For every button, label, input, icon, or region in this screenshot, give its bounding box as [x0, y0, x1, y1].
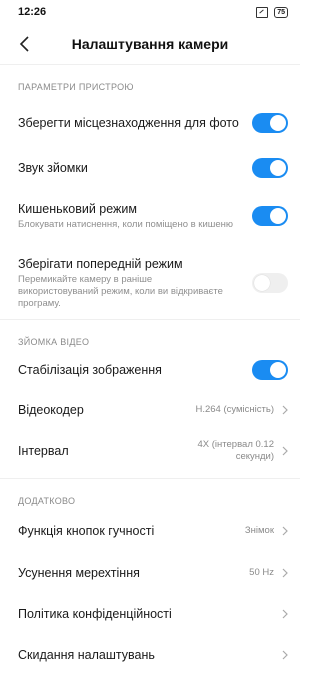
setting-interval[interactable]: Інтервал 4X (інтервал 0.12 секунди): [0, 430, 300, 472]
setting-label: Зберігати попередній режим: [18, 257, 183, 271]
status-icons: 75: [256, 6, 288, 18]
setting-reset[interactable]: Скидання налаштувань: [0, 635, 300, 675]
setting-description: Блокувати натиснення, коли поміщено в ки…: [18, 219, 234, 230]
setting-value: Знімок: [244, 525, 274, 536]
battery-level: 75: [277, 8, 285, 16]
setting-description: Перемикайте камеру в раніше використовув…: [18, 274, 223, 309]
toggle-knob: [270, 160, 286, 176]
toggle-pocket-mode[interactable]: [252, 206, 288, 226]
section-divider: [0, 478, 300, 493]
setting-keep-last-mode[interactable]: Зберігати попередній режим Перемикайте к…: [0, 247, 300, 319]
toggle-knob: [270, 208, 286, 224]
setting-save-location[interactable]: Зберегти місцезнаходження для фото: [0, 95, 300, 151]
setting-value: 4X (інтервал 0.12 секунди): [197, 439, 275, 462]
toggle-shutter-sound[interactable]: [252, 158, 288, 178]
setting-label: Скидання налаштувань: [18, 648, 155, 662]
section-title-video: ЗЙОМКА ВІДЕО: [18, 337, 90, 347]
app-header: Налаштування камери: [0, 24, 300, 64]
setting-label: Зберегти місцезнаходження для фото: [18, 116, 239, 130]
toggle-save-location[interactable]: [252, 113, 288, 133]
arrow-back-icon[interactable]: [18, 35, 32, 53]
setting-label: Інтервал: [18, 444, 69, 458]
section-title-device: ПАРАМЕТРИ ПРИСТРОЮ: [18, 82, 134, 92]
setting-volume-buttons[interactable]: Функція кнопок гучності Знімок: [0, 509, 300, 553]
chevron-right-icon: [282, 568, 288, 578]
setting-label: Кишеньковий режим: [18, 202, 138, 216]
page-title: Налаштування камери: [71, 36, 229, 52]
toggle-knob: [254, 275, 270, 291]
setting-label: Відеокодер: [18, 403, 84, 417]
setting-value: 50 Hz: [249, 567, 274, 578]
setting-stabilization[interactable]: Стабілізація зображення: [0, 350, 300, 390]
setting-label: Політика конфіденційності: [18, 607, 172, 621]
chevron-right-icon: [282, 405, 288, 415]
section-title-extra: ДОДАТКОВО: [18, 496, 76, 506]
setting-anti-flicker[interactable]: Усунення мерехтіння 50 Hz: [0, 553, 300, 593]
setting-label: Звук зйомки: [18, 161, 88, 175]
setting-label: Функція кнопок гучності: [18, 524, 155, 538]
section-divider: [0, 319, 300, 334]
setting-shutter-sound[interactable]: Звук зйомки: [0, 151, 300, 185]
status-bar: 12:26 75: [0, 0, 300, 24]
setting-privacy-policy[interactable]: Політика конфіденційності: [0, 593, 300, 635]
chevron-right-icon: [282, 526, 288, 536]
setting-label: Усунення мерехтіння: [18, 566, 140, 580]
status-time: 12:26: [18, 6, 47, 18]
no-sim-icon: [256, 6, 269, 18]
setting-video-encoder[interactable]: Відеокодер H.264 (сумісність): [0, 390, 300, 430]
toggle-stabilization[interactable]: [252, 360, 288, 380]
chevron-right-icon: [282, 446, 288, 456]
chevron-right-icon: [282, 609, 288, 619]
toggle-knob: [270, 115, 286, 131]
setting-pocket-mode[interactable]: Кишеньковий режим Блокувати натиснення, …: [0, 185, 300, 247]
setting-value: H.264 (сумісність): [195, 404, 274, 415]
toggle-keep-last-mode[interactable]: [252, 273, 288, 293]
section-divider: [0, 64, 300, 79]
setting-label: Стабілізація зображення: [18, 363, 162, 377]
toggle-knob: [270, 362, 286, 378]
battery-icon: 75: [274, 6, 288, 18]
chevron-right-icon: [282, 650, 288, 660]
